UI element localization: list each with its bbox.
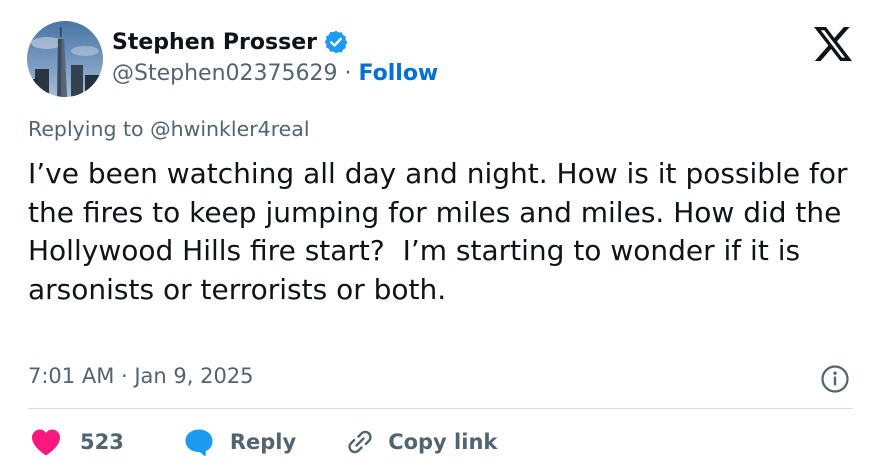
copy-link-button[interactable]: Copy link (332, 428, 497, 456)
link-icon (346, 428, 374, 456)
x-logo-icon[interactable] (814, 27, 852, 61)
author-avatar[interactable] (27, 21, 103, 97)
verified-badge-icon (323, 29, 349, 55)
replying-to-mention[interactable]: @hwinkler4real (150, 117, 309, 141)
author-name-row[interactable]: Stephen Prosser (112, 29, 349, 55)
info-icon[interactable] (820, 364, 850, 394)
divider (28, 408, 853, 409)
handle-separator: · (337, 61, 359, 86)
copy-link-label: Copy link (388, 430, 498, 454)
author-name[interactable]: Stephen Prosser (112, 30, 317, 55)
follow-button[interactable]: Follow (358, 61, 438, 86)
author-handle[interactable]: @Stephen02375629 (112, 61, 338, 86)
reply-label: Reply (229, 430, 297, 454)
heart-icon (30, 428, 62, 456)
action-bar: 523 Reply Copy link (30, 426, 497, 458)
tweet-timestamp[interactable]: 7:01 AM · Jan 9, 2025 (28, 364, 254, 388)
reply-button[interactable]: Reply (168, 428, 296, 456)
replying-to-label: Replying to (28, 117, 151, 141)
like-button[interactable]: 523 (30, 428, 124, 456)
like-count: 523 (80, 430, 124, 454)
author-handle-row: @Stephen02375629 · Follow (112, 61, 438, 86)
speech-bubble-icon (184, 428, 214, 456)
replying-to: Replying to @hwinkler4real (28, 117, 310, 141)
tweet-text: I’ve been watching all day and night. Ho… (28, 157, 857, 306)
